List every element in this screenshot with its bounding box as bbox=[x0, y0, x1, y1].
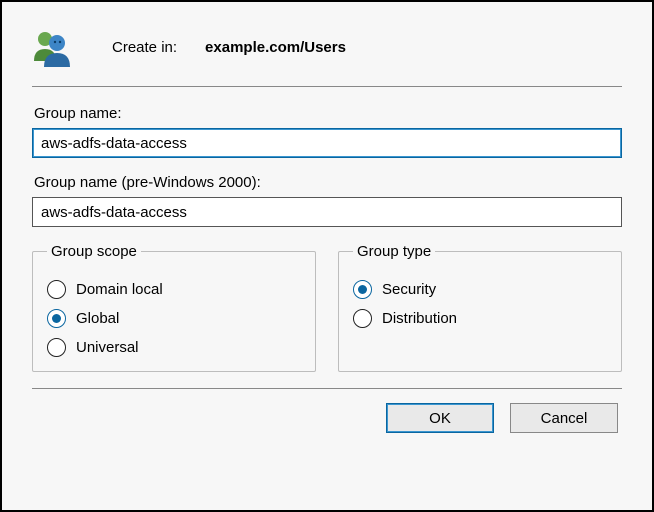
group-name-pre2000-block: Group name (pre-Windows 2000): bbox=[32, 174, 622, 227]
dialog-header: Create in: example.com/Users bbox=[32, 22, 622, 86]
group-type-fieldset: Group type Security Distribution bbox=[338, 243, 622, 372]
divider-bottom bbox=[32, 388, 622, 389]
group-users-icon bbox=[32, 27, 72, 67]
group-scope-legend: Group scope bbox=[47, 243, 141, 260]
type-distribution-radio[interactable]: Distribution bbox=[353, 309, 607, 328]
scope-domain-local-label: Domain local bbox=[76, 281, 163, 298]
radio-unchecked-icon bbox=[47, 280, 66, 299]
dialog-buttons: OK Cancel bbox=[32, 403, 622, 433]
type-security-radio[interactable]: Security bbox=[353, 280, 607, 299]
scope-domain-local-radio[interactable]: Domain local bbox=[47, 280, 301, 299]
create-in-label: Create in: bbox=[112, 39, 177, 56]
ok-button[interactable]: OK bbox=[386, 403, 494, 433]
group-name-input[interactable] bbox=[32, 128, 622, 158]
group-name-pre2000-input[interactable] bbox=[32, 197, 622, 227]
scope-global-radio[interactable]: Global bbox=[47, 309, 301, 328]
radio-checked-icon bbox=[353, 280, 372, 299]
group-options-row: Group scope Domain local Global Universa… bbox=[32, 243, 622, 372]
radio-checked-icon bbox=[47, 309, 66, 328]
group-type-legend: Group type bbox=[353, 243, 435, 260]
new-group-dialog: Create in: example.com/Users Group name:… bbox=[0, 0, 654, 512]
divider-top bbox=[32, 86, 622, 87]
radio-unchecked-icon bbox=[353, 309, 372, 328]
cancel-button[interactable]: Cancel bbox=[510, 403, 618, 433]
type-distribution-label: Distribution bbox=[382, 310, 457, 327]
type-security-label: Security bbox=[382, 281, 436, 298]
group-name-block: Group name: bbox=[32, 105, 622, 158]
scope-global-label: Global bbox=[76, 310, 119, 327]
group-name-label: Group name: bbox=[34, 105, 622, 122]
scope-universal-radio[interactable]: Universal bbox=[47, 338, 301, 357]
create-in-value: example.com/Users bbox=[205, 39, 346, 56]
group-name-pre2000-label: Group name (pre-Windows 2000): bbox=[34, 174, 622, 191]
group-scope-fieldset: Group scope Domain local Global Universa… bbox=[32, 243, 316, 372]
scope-universal-label: Universal bbox=[76, 339, 139, 356]
radio-unchecked-icon bbox=[47, 338, 66, 357]
